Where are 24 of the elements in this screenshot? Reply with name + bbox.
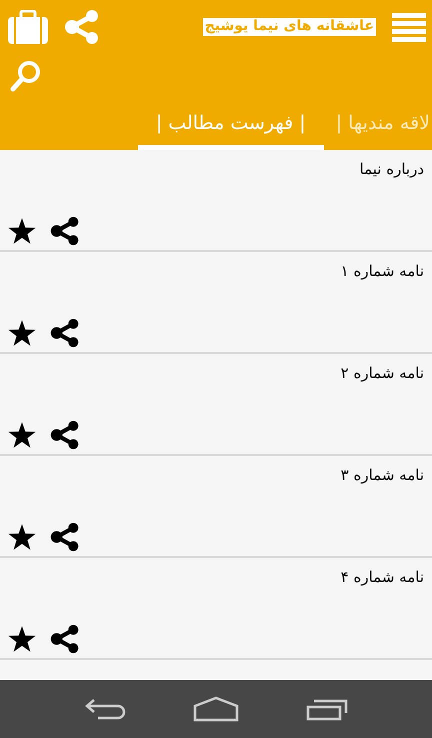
home-icon[interactable]	[192, 696, 239, 722]
list-item[interactable]: نامه شماره ۲	[0, 354, 432, 456]
item-title: نامه شماره ۳	[340, 466, 424, 484]
star-icon[interactable]	[8, 422, 36, 448]
item-title: نامه شماره ۲	[340, 364, 424, 382]
item-title: نامه شماره ۱	[340, 262, 424, 280]
list-item[interactable]: نامه شماره ۱	[0, 252, 432, 354]
item-title: درباره نیما	[360, 160, 424, 178]
star-icon[interactable]	[8, 218, 36, 244]
share-icon[interactable]	[50, 522, 80, 552]
star-icon[interactable]	[8, 524, 36, 550]
share-icon[interactable]	[50, 624, 80, 654]
list-item[interactable]: نامه شماره ۳	[0, 456, 432, 558]
share-icon[interactable]	[50, 420, 80, 450]
list-item[interactable]: نامه شماره ۴	[0, 558, 432, 660]
list-item[interactable]: درباره نیما	[0, 150, 432, 252]
app-title: عاشقانه های نیما یوشیج	[202, 18, 376, 36]
back-icon[interactable]	[84, 697, 126, 721]
share-icon[interactable]	[50, 216, 80, 246]
item-title: نامه شماره ۴	[340, 568, 424, 586]
star-icon[interactable]	[8, 320, 36, 346]
share-icon[interactable]	[50, 318, 80, 348]
recent-apps-icon[interactable]	[306, 697, 348, 721]
star-icon[interactable]	[8, 626, 36, 652]
